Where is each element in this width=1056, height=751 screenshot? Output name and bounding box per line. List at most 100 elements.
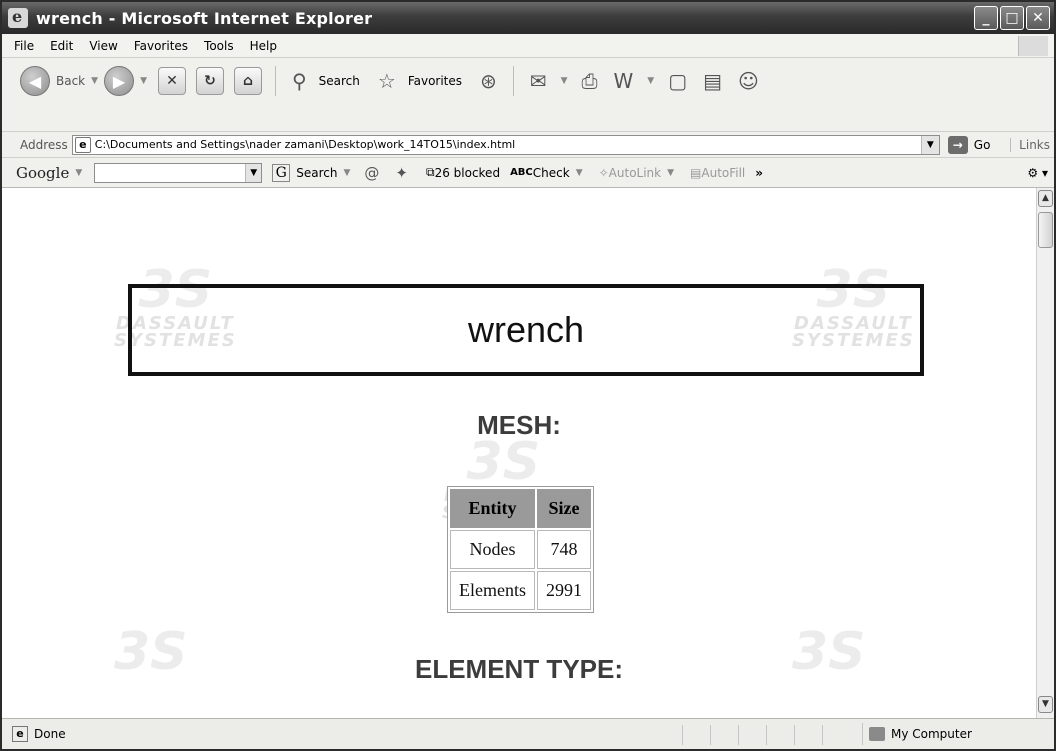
stop-icon[interactable]: ✕ (157, 67, 186, 95)
minimize-button[interactable]: _ (974, 6, 998, 30)
google-search-label[interactable]: Search (296, 166, 337, 180)
word-edit-icon[interactable]: W (613, 69, 633, 93)
menu-edit[interactable]: Edit (42, 39, 81, 53)
table-cell: Nodes (450, 530, 535, 569)
mesh-heading: MESH: (477, 410, 561, 440)
table-row: Nodes 748 (450, 530, 591, 569)
google-search-dropdown-icon[interactable]: ▼ (245, 163, 262, 182)
popup-blocker-icon: ⧉ (425, 165, 435, 179)
google-toolbar: Google ▼ ▼ G Search ▼ @ ✦ ⧉ 26 blocked A… (2, 158, 1054, 188)
spell-check-icon: ABC (510, 167, 533, 178)
standard-toolbar: ◀ Back ▼ ▶ ▼ ✕ ↻ ⌂ ⚲ Search ☆ Favorites … (2, 58, 1054, 132)
autofill-icon: ▤ (690, 165, 702, 180)
autolink-button[interactable]: ✧ AutoLink ▼ (599, 166, 680, 180)
discuss-icon[interactable]: ▢ (668, 69, 687, 93)
scroll-thumb[interactable] (1038, 212, 1053, 248)
go-arrow-icon[interactable]: → (947, 135, 968, 154)
address-input[interactable]: e C:\Documents and Settings\nader zamani… (71, 134, 940, 155)
close-button[interactable]: ✕ (1026, 6, 1050, 30)
status-pane (822, 725, 850, 745)
back-button[interactable]: Back (56, 74, 85, 88)
google-menu-dropdown-icon[interactable]: ▼ (75, 168, 82, 178)
favorites-button[interactable]: Favorites (408, 74, 462, 88)
windows-flag-icon (1018, 36, 1048, 56)
menu-tools[interactable]: Tools (196, 39, 242, 53)
status-pane (710, 725, 738, 745)
menu-favorites[interactable]: Favorites (126, 39, 196, 53)
table-cell: 2991 (536, 571, 591, 610)
table-header-row: Entity Size (450, 489, 591, 528)
status-pane (794, 725, 822, 745)
autofill-label[interactable]: AutoFill (701, 166, 745, 180)
research-icon[interactable]: ▤ (703, 69, 722, 93)
spell-check-button[interactable]: ABC Check ▼ (510, 166, 589, 180)
toolbar-divider (512, 66, 514, 96)
history-icon[interactable]: ⊛ (480, 69, 497, 93)
google-search-button[interactable]: G Search ▼ (272, 163, 356, 182)
scroll-down-button[interactable]: ▼ (1038, 696, 1053, 713)
toolbar-divider (274, 66, 276, 96)
back-arrow-icon[interactable]: ◀ (20, 66, 50, 96)
security-zone[interactable]: My Computer (862, 723, 972, 745)
popup-blocker-button[interactable]: ⧉ 26 blocked (426, 165, 500, 180)
mail-dropdown-icon[interactable]: ▼ (561, 76, 568, 86)
menu-view[interactable]: View (81, 39, 125, 53)
column-header-size: Size (536, 489, 591, 528)
menu-help[interactable]: Help (242, 39, 285, 53)
home-icon[interactable]: ⌂ (233, 67, 262, 95)
menu-file[interactable]: File (6, 39, 42, 53)
status-pane (682, 725, 710, 745)
spell-check-label[interactable]: Check (533, 166, 570, 180)
google-search-input[interactable]: ▼ (94, 162, 263, 183)
table-cell: Elements (450, 571, 535, 610)
autolink-label[interactable]: AutoLink (609, 166, 661, 180)
vertical-scrollbar[interactable]: ▲ ▼ (1036, 188, 1054, 718)
status-text: Done (34, 727, 66, 741)
go-button[interactable]: → Go (947, 135, 991, 154)
go-label[interactable]: Go (974, 138, 991, 152)
element-type-heading: ELEMENT TYPE: (414, 654, 623, 684)
google-settings-icon[interactable]: ⚙ ▾ (1027, 166, 1048, 180)
popup-blocked-count[interactable]: 26 blocked (435, 166, 501, 180)
edit-dropdown-icon[interactable]: ▼ (647, 76, 654, 86)
spell-check-dropdown-icon[interactable]: ▼ (576, 168, 583, 178)
window-title: wrench - Microsoft Internet Explorer (36, 8, 373, 28)
back-dropdown-icon[interactable]: ▼ (91, 76, 98, 86)
print-icon[interactable]: ⎙ (581, 69, 597, 93)
address-url[interactable]: C:\Documents and Settings\nader zamani\D… (95, 138, 515, 151)
computer-icon (869, 727, 885, 741)
security-zone-label: My Computer (891, 727, 972, 741)
google-logo[interactable]: Google (16, 164, 69, 182)
page-icon: e (74, 136, 91, 153)
mail-icon[interactable]: ✉ (530, 69, 547, 93)
refresh-icon[interactable]: ↻ (195, 67, 224, 95)
address-bar: Address e C:\Documents and Settings\nade… (2, 132, 1054, 158)
status-panes (682, 725, 850, 745)
title-bar: wrench - Microsoft Internet Explorer _ □… (2, 2, 1054, 34)
more-options-chevron[interactable]: » (755, 166, 763, 180)
favorites-star-icon[interactable]: ☆ (378, 69, 396, 93)
maximize-button[interactable]: □ (1000, 6, 1024, 30)
mesh-table: Entity Size Nodes 748 Elements 2991 (447, 486, 594, 613)
menu-bar: File Edit View Favorites Tools Help (2, 34, 1054, 58)
table-cell: 748 (536, 530, 591, 569)
autolink-icon: ✧ (598, 165, 609, 180)
autofill-button[interactable]: ▤ AutoFill (690, 166, 745, 180)
page-content: 3S DASSAULT SYSTEMES 3S DASSAULT SYSTEMES 3S… (2, 188, 1036, 718)
address-dropdown-icon[interactable]: ▼ (920, 135, 939, 154)
forward-arrow-icon[interactable]: ▶ (104, 66, 135, 96)
page-status-icon: e (12, 726, 28, 742)
ie-app-icon (8, 7, 28, 28)
scroll-up-button[interactable]: ▲ (1038, 190, 1053, 207)
browser-window: wrench - Microsoft Internet Explorer _ □… (0, 0, 1056, 751)
links-button[interactable]: Links (1010, 137, 1050, 152)
search-button[interactable]: Search (319, 74, 360, 88)
pagerank-icon[interactable]: @ (364, 164, 379, 182)
google-search-options-icon[interactable]: ▼ (343, 168, 350, 178)
news-icon[interactable]: ✦ (395, 164, 408, 182)
google-g-icon: G (272, 163, 291, 182)
forward-dropdown-icon[interactable]: ▼ (140, 76, 147, 86)
autolink-dropdown-icon[interactable]: ▼ (667, 168, 674, 178)
search-icon[interactable]: ⚲ (292, 69, 307, 93)
messenger-icon[interactable]: ☺ (738, 69, 759, 93)
